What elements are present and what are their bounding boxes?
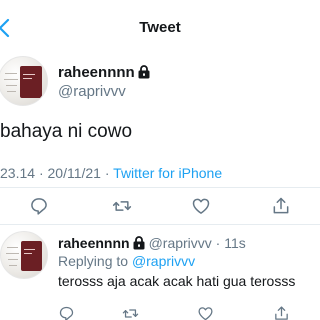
meta-separator: · <box>104 165 110 181</box>
share-icon[interactable] <box>271 196 291 216</box>
reply-author-name[interactable]: raheennnn <box>58 235 130 251</box>
author-handle[interactable]: @raprivvv <box>58 83 126 100</box>
replying-to: Replying to @raprivvv <box>58 253 195 269</box>
page-title: Tweet <box>139 19 181 36</box>
retweet-icon[interactable] <box>122 305 139 320</box>
replying-prefix: Replying to <box>58 253 129 269</box>
avatar[interactable] <box>0 231 48 279</box>
tweet-time: 23.14 <box>0 165 36 181</box>
divider <box>0 224 320 225</box>
lock-icon <box>133 236 145 250</box>
reply-text: terosss aja acak acak hati gua terosss <box>58 273 296 289</box>
reply-handle-time[interactable]: @raprivvv · 11s <box>149 235 246 251</box>
divider <box>0 187 320 188</box>
tweet-meta: 23.14 · 20/11/21 · Twitter for iPhone <box>0 165 222 181</box>
lock-icon <box>138 65 150 79</box>
reply-icon[interactable] <box>29 196 49 216</box>
avatar-book-image <box>20 66 42 98</box>
tweet-text: bahaya ni cowo <box>0 121 133 142</box>
like-icon[interactable] <box>197 305 214 320</box>
top-bar: Tweet <box>0 0 320 50</box>
avatar[interactable] <box>0 56 48 106</box>
like-icon[interactable] <box>191 196 211 216</box>
reply-header: raheennnn @raprivvv · 11s <box>58 235 246 251</box>
meta-separator: · <box>38 165 44 181</box>
author-name[interactable]: raheennnn <box>58 64 150 81</box>
retweet-icon[interactable] <box>112 196 132 216</box>
author-name-text: raheennnn <box>58 64 135 81</box>
avatar-book-image <box>21 241 42 271</box>
tweet-date: 20/11/21 <box>47 165 101 181</box>
share-icon[interactable] <box>273 305 290 320</box>
tweet-source-link[interactable]: Twitter for iPhone <box>113 165 222 181</box>
replying-mention-link[interactable]: @raprivvv <box>132 253 195 269</box>
reply-icon[interactable] <box>58 305 75 320</box>
